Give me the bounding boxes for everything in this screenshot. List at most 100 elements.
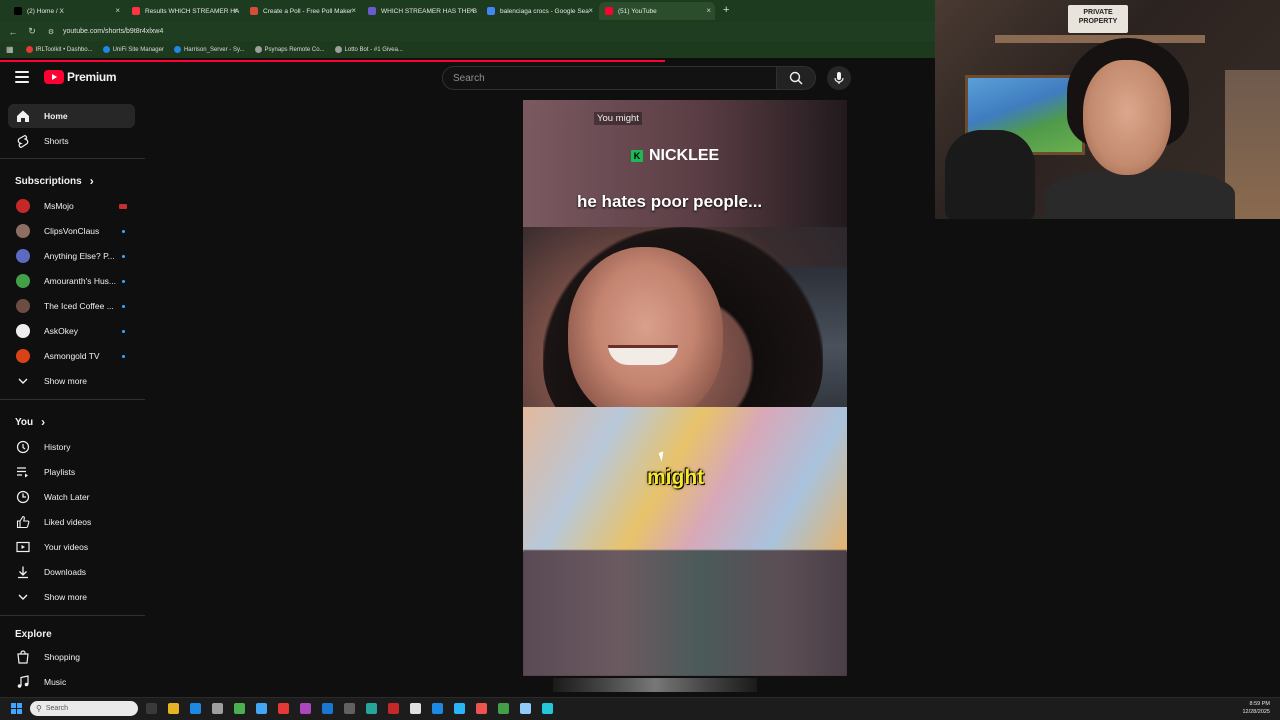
- sidebar-item-music[interactable]: Music: [8, 670, 135, 694]
- sidebar-item-label: Liked videos: [44, 517, 92, 527]
- close-tab-icon[interactable]: ×: [469, 6, 474, 15]
- shorts-video-player[interactable]: You might K NICKLEE he hates poor people…: [523, 100, 847, 676]
- bookmark-item[interactable]: UniFi Site Manager: [102, 46, 164, 53]
- taskbar-app-icon[interactable]: [542, 703, 553, 714]
- sidebar-item-shorts[interactable]: Shorts: [8, 129, 135, 153]
- subscription-item[interactable]: Asmongold TV: [8, 344, 135, 368]
- taskbar-app-icon[interactable]: [168, 703, 179, 714]
- sidebar-item-home[interactable]: Home: [8, 104, 135, 128]
- bookmark-item[interactable]: Harrison_Server - Sy...: [173, 46, 245, 53]
- tab-favicon-icon: [487, 7, 495, 15]
- taskbar-app-icon[interactable]: [388, 703, 399, 714]
- apps-icon[interactable]: ▦: [6, 45, 14, 54]
- subscription-item[interactable]: ClipsVonClaus: [8, 219, 135, 243]
- taskbar-app-icon[interactable]: [300, 703, 311, 714]
- explore-header[interactable]: Explore: [15, 629, 52, 640]
- sidebar-item-shopping[interactable]: Shopping: [8, 645, 135, 669]
- next-short-preview[interactable]: [553, 678, 757, 692]
- sidebar-divider: [0, 615, 145, 616]
- browser-tab[interactable]: (51) YouTube ×: [599, 2, 715, 20]
- sidebar-item-your-videos[interactable]: Your videos: [8, 535, 135, 559]
- taskbar-search-input[interactable]: ⚲ Search: [30, 701, 138, 716]
- reload-icon[interactable]: ↻: [26, 26, 38, 37]
- taskbar-app-icon[interactable]: [146, 703, 157, 714]
- browser-tab[interactable]: balenciaga crocs - Google Sea ×: [481, 2, 597, 20]
- taskbar-app-icon[interactable]: [520, 703, 531, 714]
- taskbar-app-icon[interactable]: [212, 703, 223, 714]
- show-more-you-button[interactable]: Show more: [8, 585, 135, 609]
- chevron-down-icon: [16, 374, 30, 388]
- taskbar-app-icon[interactable]: [234, 703, 245, 714]
- browser-tab[interactable]: WHICH STREAMER HAS THE B ×: [362, 2, 478, 20]
- bookmark-favicon-icon: [254, 46, 262, 53]
- close-tab-icon[interactable]: ×: [233, 6, 238, 15]
- taskbar-app-icon[interactable]: [278, 703, 289, 714]
- browser-tab[interactable]: Results WHICH STREAMER HA ×: [126, 2, 242, 20]
- browser-tab[interactable]: (2) Home / X ×: [8, 2, 124, 20]
- channel-avatar: [16, 324, 30, 338]
- close-tab-icon[interactable]: ×: [588, 6, 593, 15]
- taskbar-app-icon[interactable]: [344, 703, 355, 714]
- close-tab-icon[interactable]: ×: [706, 6, 711, 15]
- taskbar-app-icon[interactable]: [322, 703, 333, 714]
- sidebar-item-download[interactable]: Downloads: [8, 560, 135, 584]
- subscription-item[interactable]: Anything Else? P...: [8, 244, 135, 268]
- subscription-item[interactable]: AskOkey: [8, 319, 135, 343]
- bookmark-label: Harrison_Server - Sy...: [183, 46, 245, 53]
- sidebar-item-label: Show more: [44, 376, 87, 386]
- bookmark-item[interactable]: Psynaps Remote Co...: [254, 46, 325, 53]
- channel-avatar: [16, 249, 30, 263]
- bookmark-label: IRLToolkit • Dashbo...: [35, 46, 93, 53]
- voice-search-button[interactable]: [827, 66, 851, 90]
- channel-avatar: [16, 299, 30, 313]
- youtube-premium-logo[interactable]: Premium: [44, 70, 117, 84]
- taskbar-app-icon[interactable]: [432, 703, 443, 714]
- address-bar: ← ↻ ⚙ youtube.com/shorts/b9t8r4xlxw4: [0, 22, 935, 41]
- bookmark-favicon-icon: [173, 46, 181, 53]
- you-header[interactable]: You ›: [15, 415, 45, 429]
- url-text[interactable]: youtube.com/shorts/b9t8r4xlxw4: [63, 28, 163, 35]
- close-tab-icon[interactable]: ×: [351, 6, 356, 15]
- tab-favicon-icon: [605, 7, 613, 15]
- sidebar-item-playlists[interactable]: Playlists: [8, 460, 135, 484]
- video-blurred-bottom: [523, 550, 847, 676]
- subscription-item[interactable]: MsMojo: [8, 194, 135, 218]
- bookmark-item[interactable]: IRLToolkit • Dashbo...: [25, 46, 93, 53]
- kick-logo-icon: K: [631, 150, 643, 162]
- browser-tab[interactable]: Create a Poll - Free Poll Maker ×: [244, 2, 360, 20]
- taskbar-app-icon[interactable]: [498, 703, 509, 714]
- your-videos-icon: [16, 540, 30, 554]
- taskbar-app-icon[interactable]: [454, 703, 465, 714]
- bookmark-label: UniFi Site Manager: [112, 46, 164, 53]
- subscription-item[interactable]: Amouranth's Hus...: [8, 269, 135, 293]
- taskbar-app-icon[interactable]: [410, 703, 421, 714]
- close-tab-icon[interactable]: ×: [115, 6, 120, 15]
- sidebar-item-history[interactable]: History: [8, 435, 135, 459]
- sidebar-item-label: ClipsVonClaus: [44, 226, 100, 236]
- search-icon: [789, 71, 803, 85]
- tab-favicon-icon: [14, 7, 22, 15]
- taskbar-app-icon[interactable]: [476, 703, 487, 714]
- sidebar-item-watch-later[interactable]: Watch Later: [8, 485, 135, 509]
- search-button[interactable]: [776, 66, 816, 90]
- bookmark-item[interactable]: Lotto Bot - #1 Givea...: [334, 46, 403, 53]
- show-more-subscriptions-button[interactable]: Show more: [8, 369, 135, 393]
- search-input[interactable]: Search: [442, 66, 777, 90]
- site-info-icon[interactable]: ⚙: [45, 28, 57, 36]
- caption-main: he hates poor people...: [577, 192, 763, 211]
- subscription-item[interactable]: The Iced Coffee ...: [8, 294, 135, 318]
- sidebar-item-label: Anything Else? P...: [44, 251, 115, 261]
- sidebar-item-like[interactable]: Liked videos: [8, 510, 135, 534]
- windows-start-icon[interactable]: [11, 703, 22, 714]
- menu-icon[interactable]: [15, 71, 29, 83]
- taskbar-app-icon[interactable]: [190, 703, 201, 714]
- subscriptions-header[interactable]: Subscriptions ›: [15, 174, 94, 188]
- bookmark-label: Psynaps Remote Co...: [264, 46, 325, 53]
- back-icon[interactable]: ←: [7, 27, 19, 37]
- new-tab-icon[interactable]: +: [723, 4, 729, 16]
- tab-title: WHICH STREAMER HAS THE B: [381, 7, 477, 15]
- taskbar-app-icon[interactable]: [256, 703, 267, 714]
- sidebar-item-label: Downloads: [44, 567, 87, 577]
- taskbar-app-icon[interactable]: [366, 703, 377, 714]
- taskbar-clock[interactable]: 8:59 PM 12/28/2025: [1242, 700, 1270, 716]
